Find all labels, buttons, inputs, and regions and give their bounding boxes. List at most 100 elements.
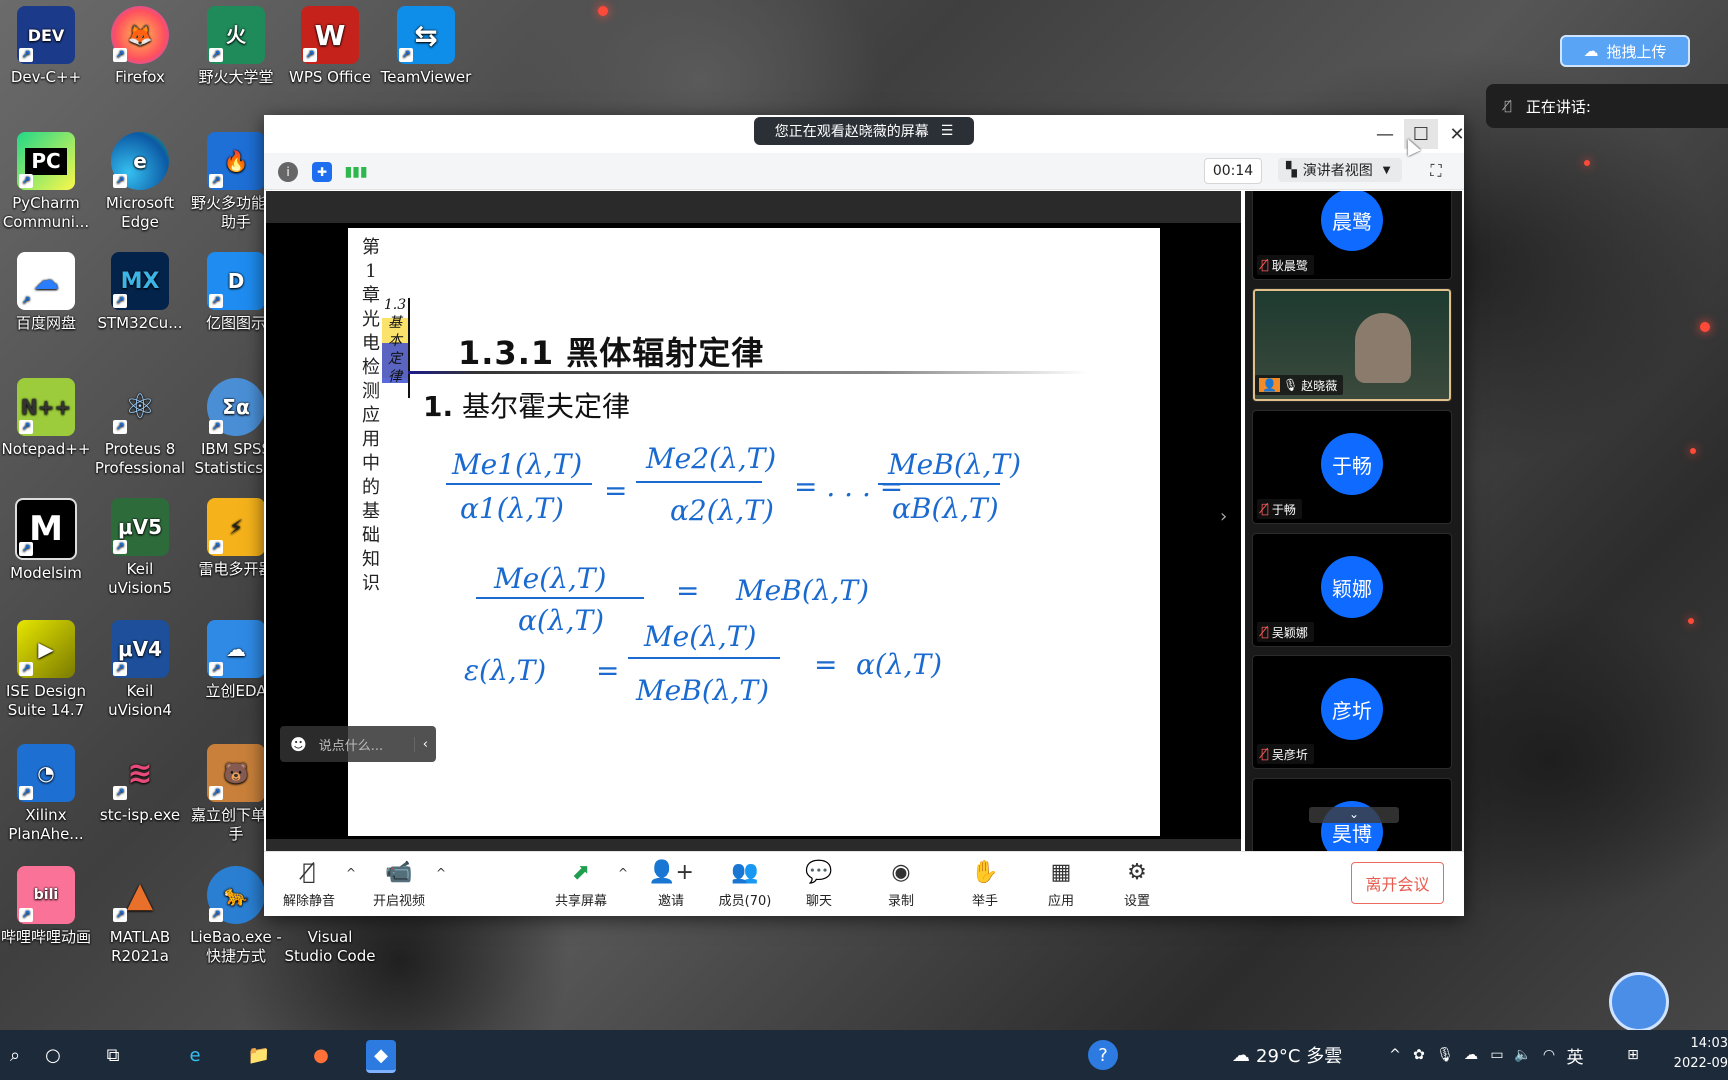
- floating-assistant-ball[interactable]: [1609, 972, 1669, 1032]
- formula-kirchhoff-ratio: Me1(λ,T) α1(λ,T) = Me2(λ,T) α2(λ,T) = . …: [446, 442, 1021, 527]
- desktop-icon-stm32cube[interactable]: MX ↗ STM32Cu...: [94, 252, 186, 333]
- desktop-icon-keil5[interactable]: μV5 ↗ Keil uVision5: [94, 498, 186, 598]
- desktop-icon-wps[interactable]: W ↗ WPS Office: [284, 6, 376, 87]
- desktop-icon-keil4[interactable]: μV4 ↗ Keil uVision4: [94, 620, 186, 720]
- svg-text:=: =: [604, 474, 627, 507]
- layout-icon: ▚: [1286, 162, 1297, 178]
- minimize-button[interactable]: —: [1368, 119, 1402, 149]
- participant-tile[interactable]: 晨鹭 🎙̸ 耿晨鹭: [1252, 191, 1452, 280]
- desktop-icon-matlab[interactable]: ▲ ↗ MATLAB R2021a: [94, 866, 186, 966]
- desktop-icon-pycharm[interactable]: PC ↗ PyCharm Communi...: [0, 132, 92, 232]
- desktop-icon-notepadpp[interactable]: N++ ↗ Notepad++: [0, 378, 92, 459]
- mic-muted-icon: 🎙̸: [1261, 257, 1269, 273]
- svg-text:= . . . =: = . . . =: [794, 470, 903, 503]
- record-button[interactable]: ◉ 录制: [866, 860, 936, 909]
- stm32cube-icon: MX ↗: [111, 252, 169, 310]
- desktop-icon-modelsim[interactable]: M ↗ Modelsim: [0, 498, 92, 583]
- stage-bottom-band: [266, 839, 1241, 851]
- menu-icon[interactable]: ☰: [941, 123, 954, 139]
- help-icon[interactable]: ?: [1088, 1040, 1118, 1070]
- yehuo-assistant-icon: 🔥 ↗: [207, 132, 265, 190]
- mic-muted-icon: 🎙̸: [1261, 624, 1269, 640]
- invite-button[interactable]: 👤+ 邀请: [636, 860, 706, 909]
- members-button[interactable]: 👥 成员(70): [710, 860, 780, 909]
- participant-name-tag: 🎙̸ 于畅: [1257, 499, 1302, 519]
- settings-button[interactable]: ⚙ 设置: [1102, 860, 1172, 909]
- desktop-icon-xilinx-planahead[interactable]: ◔ ↗ Xilinx PlanAhe...: [0, 744, 92, 844]
- file-explorer-icon[interactable]: 📁: [244, 1040, 274, 1070]
- liebao-icon: 🐆 ↗: [207, 866, 265, 924]
- cortana-icon[interactable]: ○: [38, 1040, 68, 1070]
- firefox-icon: 🦊 ↗: [111, 6, 169, 64]
- speaking-indicator: 🎙̸ 正在讲话:: [1486, 84, 1728, 128]
- shared-screen-area: 第1章 光电检测应用中的基础知识 1.3 基本定律 1.3.1 黑体辐射定律 1…: [266, 191, 1241, 851]
- leave-meeting-button[interactable]: 离开会议: [1351, 862, 1444, 904]
- apps-button[interactable]: ▦ 应用: [1026, 860, 1096, 909]
- participant-tile[interactable]: 彦圻 🎙̸ 吴彦圻: [1252, 655, 1452, 769]
- system-clock[interactable]: 14:03 2022-09: [1660, 1034, 1728, 1074]
- meeting-controls: 🎙̸ 解除静音 ^ 📹 开启视频 ^ ⬈ 共享屏幕 ^ 👤+ 邀请 👥 成员(7…: [264, 851, 1464, 916]
- desktop-icon-firefox[interactable]: 🦊 ↗ Firefox: [94, 6, 186, 87]
- signal-strength-icon[interactable]: ▮▮▮: [344, 162, 367, 182]
- desktop-icon-yehuo-college[interactable]: 火 ↗ 野火大学堂: [190, 6, 282, 87]
- notepadpp-icon: N++ ↗: [17, 378, 75, 436]
- desktop-icon-edge[interactable]: e ↗ Microsoft Edge: [94, 132, 186, 232]
- weather-widget[interactable]: ☁ 29°C 多雲: [1232, 1042, 1342, 1068]
- members-icon: 👥: [731, 860, 759, 885]
- taskbar: ⌕ ○ ⧉ e 📁 ● ◆ ? ☁ 29°C 多雲 ^ ✿ 🎙 ☁ ▭ 🔈 ◠ …: [0, 1030, 1728, 1080]
- keyboard-layout-icon[interactable]: ⊞: [1618, 1040, 1648, 1070]
- leidian-icon: ⚡ ↗: [207, 498, 265, 556]
- firefox-taskbar-icon[interactable]: ●: [306, 1040, 336, 1070]
- ise-icon: ▶ ↗: [17, 620, 75, 678]
- participant-tile-video[interactable]: 👤 🎙 赵晓薇: [1252, 288, 1452, 402]
- chat-quick-input[interactable]: ☻ 说点什么... ‹: [280, 726, 436, 762]
- spss-icon: Σα ↗: [207, 378, 265, 436]
- desktop-icon-stc-isp[interactable]: ≋ ↗ stc-isp.exe: [94, 744, 186, 825]
- raise-hand-button[interactable]: ✋ 举手: [950, 860, 1020, 909]
- share-screen-button[interactable]: ⬈ 共享屏幕: [546, 860, 616, 909]
- search-icon[interactable]: ⌕: [0, 1040, 30, 1070]
- task-view-icon[interactable]: ⧉: [98, 1040, 128, 1070]
- svg-text:α(λ,T): α(λ,T): [856, 648, 942, 681]
- meeting-toolbar: i ✚ ▮▮▮ 00:14 ▚ 演讲者视图 ▼ ⛶: [264, 153, 1464, 190]
- desktop-icon-baidu-netdisk[interactable]: ☁ ↗ 百度网盘: [0, 252, 92, 333]
- unmute-button[interactable]: 🎙̸ 解除静音: [274, 860, 344, 909]
- emoji-icon[interactable]: ☻: [290, 735, 307, 754]
- svg-text:Me2(λ,T): Me2(λ,T): [645, 442, 776, 475]
- svg-text:α1(λ,T): α1(λ,T): [460, 492, 564, 525]
- share-options-caret[interactable]: ^: [618, 866, 628, 880]
- matlab-icon: ▲ ↗: [111, 866, 169, 924]
- chevron-right-icon[interactable]: ›: [1220, 506, 1227, 527]
- participant-tile[interactable]: 于畅 🎙̸ 于畅: [1252, 410, 1452, 524]
- mic-muted-icon: 🎙̸: [1261, 746, 1269, 762]
- stage-top-band: [266, 191, 1241, 223]
- scroll-down-icon[interactable]: ⌄: [1309, 807, 1399, 823]
- handwritten-formulas: Me1(λ,T) α1(λ,T) = Me2(λ,T) α2(λ,T) = . …: [446, 442, 1021, 707]
- svg-text:ε(λ,T): ε(λ,T): [464, 654, 546, 687]
- participant-tile[interactable]: 昊博 ⌄: [1252, 778, 1452, 851]
- chat-bubble-icon: 💬: [805, 860, 833, 885]
- ime-indicator[interactable]: 英: [1560, 1040, 1590, 1070]
- desktop-icon-proteus[interactable]: ⚛ ↗ Proteus 8 Professional: [94, 378, 186, 478]
- drag-upload-button[interactable]: ☁ 拖拽上传: [1560, 35, 1690, 67]
- desktop-icon-devcpp[interactable]: DEV ↗ Dev-C++: [0, 6, 92, 87]
- collapse-left-icon[interactable]: ‹: [413, 736, 428, 752]
- desktop-icon-teamviewer[interactable]: ⇆ ↗ TeamViewer: [380, 6, 472, 87]
- info-icon[interactable]: i: [278, 162, 298, 182]
- edge-taskbar-icon[interactable]: e: [180, 1040, 210, 1070]
- participant-tile[interactable]: 颖娜 🎙̸ 吴颖娜: [1252, 533, 1452, 647]
- chat-button[interactable]: 💬 聊天: [784, 860, 854, 909]
- view-mode-dropdown[interactable]: ▚ 演讲者视图 ▼: [1278, 158, 1402, 182]
- security-shield-icon[interactable]: ✚: [312, 162, 332, 182]
- meeting-timer: 00:14: [1204, 158, 1262, 184]
- svg-text:Me(λ,T): Me(λ,T): [493, 562, 606, 595]
- fullscreen-icon[interactable]: ⛶: [1424, 159, 1448, 183]
- close-button[interactable]: ✕: [1440, 119, 1474, 149]
- tencent-meeting-taskbar-icon[interactable]: ◆: [366, 1040, 396, 1073]
- video-options-caret[interactable]: ^: [436, 866, 446, 880]
- lceda-icon: ☁ ↗: [207, 620, 265, 678]
- desktop-icon-ise[interactable]: ▶ ↗ ISE Design Suite 14.7: [0, 620, 92, 720]
- desktop-icon-bilibili[interactable]: bili ↗ 哔哩哔哩动画: [0, 866, 92, 947]
- start-video-button[interactable]: 📹 开启视频: [364, 860, 434, 909]
- audio-options-caret[interactable]: ^: [346, 866, 356, 880]
